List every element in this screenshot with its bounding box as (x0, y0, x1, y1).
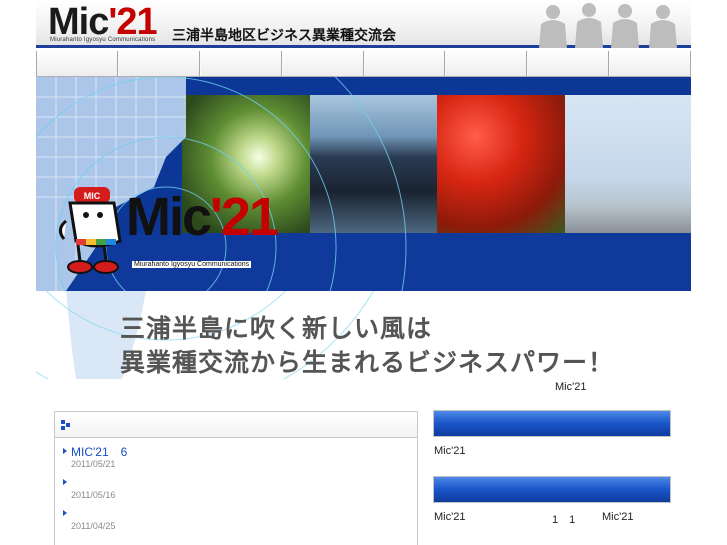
tagline-section: 三浦半島に吹く新しい風は 異業種交流から生まれるビジネスパワー！ (36, 291, 691, 379)
left-margin (0, 0, 36, 545)
nav-item-5[interactable] (363, 51, 446, 76)
main-nav (36, 51, 691, 77)
nav-item-7[interactable] (527, 51, 610, 76)
organization-title: 三浦半島地区ビジネス異業種交流会 (172, 28, 396, 44)
news-header-icon (61, 420, 70, 430)
arrow-right-icon (63, 479, 67, 485)
side-text-1: Mic'21 (434, 445, 466, 457)
logo-subtitle: Miurahanto Igyosyu Communications (50, 37, 156, 43)
news-item[interactable]: MIC'21 6 2011/05/21 (55, 441, 419, 472)
arrow-right-icon (63, 448, 67, 454)
site-logo[interactable]: Mic'21 (48, 2, 158, 42)
news-panel: MIC'21 6 2011/05/21 2011/05/16 2011/04/2… (54, 411, 418, 545)
mic21-label: Mic'21 (555, 381, 587, 393)
nav-item-4[interactable] (281, 51, 364, 76)
tagline-line-1: 三浦半島に吹く新しい風は (120, 314, 433, 343)
news-title[interactable]: MIC'21 6 (71, 443, 127, 460)
page: Mic'21 Miurahanto Igyosyu Communications… (36, 0, 691, 545)
brand-subtitle: Miurahanto Igyosyu Communications (132, 261, 252, 268)
side-banner-2[interactable] (433, 476, 671, 503)
news-header (55, 412, 417, 438)
news-date: 2011/05/21 (71, 459, 116, 469)
side-banner-1[interactable] (433, 410, 671, 437)
brand-accent: '21 (210, 187, 279, 247)
news-date: 2011/04/25 (71, 521, 116, 531)
people-silhouettes-image (539, 3, 677, 48)
news-list: MIC'21 6 2011/05/21 2011/05/16 2011/04/2… (55, 441, 419, 534)
mascot-badge: MIC (84, 191, 101, 201)
nav-item-6[interactable] (445, 51, 528, 76)
nav-item-3[interactable] (199, 51, 282, 76)
main-content: Mic'21 MIC'21 6 2011/05/21 2011/05/16 20… (36, 379, 691, 545)
news-item[interactable]: 2011/04/25 (55, 503, 419, 534)
hero-banner: MIC Mic'21 Miurahanto Igyosyu Communicat… (36, 77, 691, 291)
arrow-right-icon (63, 510, 67, 516)
side-text-2c: Mic'21 (602, 511, 634, 523)
brand-main: Mic (126, 187, 212, 247)
news-date: 2011/05/16 (71, 490, 116, 500)
side-text-2a: Mic'21 (434, 511, 466, 523)
news-item[interactable]: 2011/05/16 (55, 472, 419, 503)
brand-block: MIC Mic'21 Miurahanto Igyosyu Communicat… (56, 181, 326, 281)
nav-item-8[interactable] (609, 51, 691, 76)
side-text-2b: 1 1 (552, 514, 576, 526)
mascot-character-icon: MIC (59, 187, 122, 274)
nav-item-2[interactable] (117, 51, 200, 76)
right-margin (691, 0, 727, 545)
site-header: Mic'21 Miurahanto Igyosyu Communications… (36, 0, 691, 48)
nav-item-1[interactable] (36, 51, 118, 76)
tagline-line-2: 異業種交流から生まれるビジネスパワー！ (120, 348, 615, 377)
brand-logo: Mic'21 (126, 187, 279, 247)
